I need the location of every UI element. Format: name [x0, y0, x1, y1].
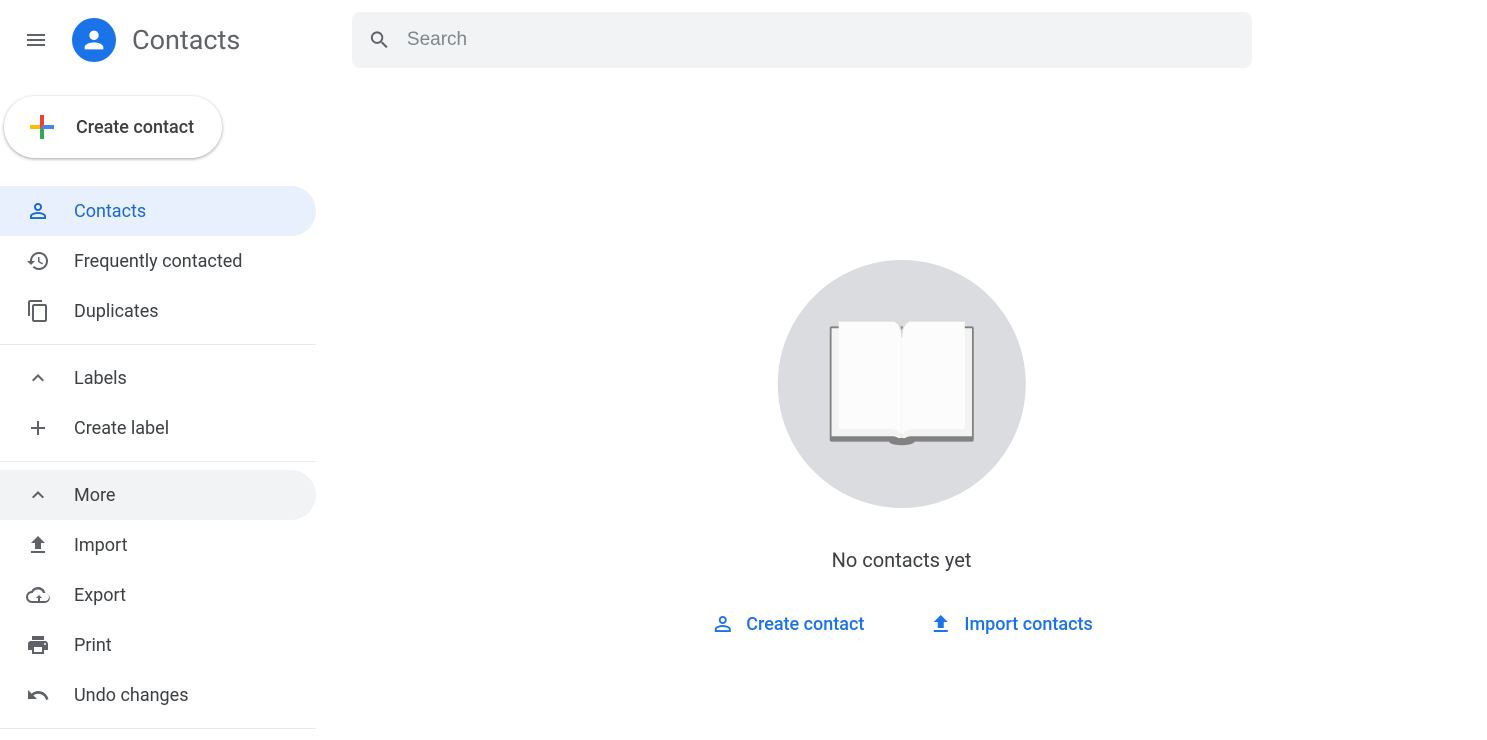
menu-icon [24, 28, 48, 52]
person-outline-icon [26, 199, 50, 223]
create-contact-button[interactable]: Create contact [4, 96, 222, 158]
sidebar-item-import[interactable]: Import [0, 520, 316, 570]
nav-label: Export [74, 585, 126, 606]
divider [0, 461, 316, 462]
empty-state: No contacts yet Create contact Import co… [710, 260, 1092, 636]
print-icon [26, 633, 50, 657]
person-outline-icon [710, 612, 734, 636]
nav-label: Print [74, 635, 112, 656]
sidebar-item-undo-changes[interactable]: Undo changes [0, 670, 316, 720]
sidebar: Create contact Contacts Frequently conta… [0, 80, 316, 740]
nav-label: Duplicates [74, 301, 159, 322]
action-label: Create contact [746, 614, 864, 635]
sidebar-more-header[interactable]: More [0, 470, 316, 520]
sidebar-item-contacts[interactable]: Contacts [0, 186, 316, 236]
import-contacts-action[interactable]: Import contacts [928, 612, 1092, 636]
sidebar-item-print[interactable]: Print [0, 620, 316, 670]
app-title: Contacts [132, 24, 240, 56]
app-logo [72, 18, 116, 62]
divider [0, 344, 316, 345]
sidebar-labels-header[interactable]: Labels [0, 353, 316, 403]
chevron-up-icon [26, 483, 50, 507]
upload-icon [928, 612, 952, 636]
copy-icon [26, 299, 50, 323]
sidebar-item-export[interactable]: Export [0, 570, 316, 620]
main-content: No contacts yet Create contact Import co… [316, 80, 1487, 740]
cloud-download-icon [26, 583, 50, 607]
sidebar-create-label[interactable]: Create label [0, 403, 316, 453]
nav-label: More [74, 485, 115, 506]
nav-label: Contacts [74, 201, 146, 222]
nav-label: Create label [74, 418, 169, 439]
search-bar[interactable] [352, 12, 1252, 68]
search-icon [368, 28, 391, 52]
person-icon [80, 26, 108, 54]
sidebar-item-frequently-contacted[interactable]: Frequently contacted [0, 236, 316, 286]
nav-label: Labels [74, 368, 127, 389]
plus-icon [24, 109, 60, 145]
main-menu-button[interactable] [12, 16, 60, 64]
search-input[interactable] [407, 29, 1236, 51]
history-icon [26, 249, 50, 273]
sidebar-item-duplicates[interactable]: Duplicates [0, 286, 316, 336]
upload-icon [26, 533, 50, 557]
create-contact-action[interactable]: Create contact [710, 612, 864, 636]
divider [0, 728, 316, 729]
add-icon [26, 416, 50, 440]
action-label: Import contacts [964, 614, 1092, 635]
chevron-up-icon [26, 366, 50, 390]
empty-state-illustration [777, 260, 1025, 508]
logo-area: Contacts [72, 18, 344, 62]
nav-label: Undo changes [74, 685, 189, 706]
nav-label: Import [74, 535, 127, 556]
book-icon [811, 294, 991, 474]
nav-label: Frequently contacted [74, 251, 242, 272]
empty-state-message: No contacts yet [832, 548, 972, 572]
header: Contacts [0, 0, 1487, 80]
undo-icon [26, 683, 50, 707]
create-contact-label: Create contact [76, 117, 194, 138]
